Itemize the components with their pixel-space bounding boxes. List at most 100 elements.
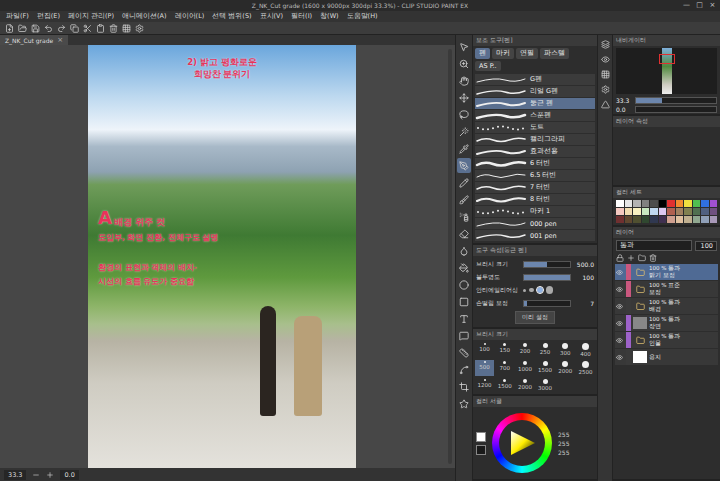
menu-item[interactable]: 파일(F) xyxy=(6,12,29,21)
brush-size-preset[interactable]: 100 xyxy=(475,342,494,358)
tool-button[interactable] xyxy=(457,192,471,207)
color-swatch[interactable] xyxy=(684,216,692,223)
tool-button[interactable] xyxy=(457,107,471,122)
property-slider[interactable] xyxy=(523,261,571,268)
command-button[interactable] xyxy=(4,23,14,33)
command-button[interactable] xyxy=(43,23,53,33)
sub-tool-item[interactable]: 도트 xyxy=(475,122,595,133)
color-swatch[interactable] xyxy=(633,208,641,215)
command-button[interactable] xyxy=(69,23,79,33)
tool-button[interactable] xyxy=(457,243,471,258)
layer-row[interactable]: 용지 xyxy=(615,349,718,365)
color-wheel[interactable] xyxy=(492,413,552,473)
brush-size-preset[interactable]: 2500 xyxy=(576,360,595,376)
sub-tool-item[interactable]: G펜 xyxy=(475,74,595,85)
brush-size-preset[interactable]: 2000 xyxy=(556,360,575,376)
tool-button[interactable] xyxy=(457,73,471,88)
command-button[interactable] xyxy=(17,23,27,33)
tool-button[interactable] xyxy=(457,124,471,139)
window-control-button[interactable]: × xyxy=(707,0,718,11)
color-swatch[interactable] xyxy=(667,200,675,207)
tool-button[interactable] xyxy=(457,396,471,411)
menu-item[interactable]: 도움말(H) xyxy=(347,12,378,21)
zoom-in-icon[interactable] xyxy=(46,471,54,479)
color-swatch[interactable] xyxy=(642,208,650,215)
tool-button[interactable] xyxy=(457,379,471,394)
sub-tool-item[interactable]: 스푼펜 xyxy=(475,110,595,121)
menu-item[interactable]: 페이지 관리(P) xyxy=(68,12,114,21)
visibility-icon[interactable] xyxy=(616,303,623,310)
visibility-icon[interactable] xyxy=(616,286,623,293)
new-folder-icon[interactable] xyxy=(638,254,646,262)
tab-close-button[interactable]: × xyxy=(57,36,63,44)
menu-item[interactable]: 표시(V) xyxy=(260,12,284,21)
command-button[interactable] xyxy=(56,23,66,33)
panel-toggle-button[interactable] xyxy=(600,54,611,65)
brush-size-preset[interactable]: 1500 xyxy=(535,360,554,376)
property-slider[interactable] xyxy=(523,274,571,281)
color-swatch[interactable] xyxy=(650,208,658,215)
sub-tool-item[interactable]: 8 터빈 xyxy=(475,194,595,205)
sub-tool-item[interactable]: 리얼 G펜 xyxy=(475,86,595,97)
visibility-icon[interactable] xyxy=(616,269,623,276)
visibility-icon[interactable] xyxy=(616,337,623,344)
tool-button[interactable] xyxy=(457,175,471,190)
color-swatch[interactable] xyxy=(710,216,718,223)
brush-size-preset[interactable]: 3000 xyxy=(535,378,554,392)
zoom-out-icon[interactable] xyxy=(32,471,40,479)
sub-tool-item[interactable]: 둥근 펜 xyxy=(475,98,595,109)
tool-button[interactable] xyxy=(457,294,471,309)
command-button[interactable] xyxy=(82,23,92,33)
sub-tool-item[interactable]: 7 터빈 xyxy=(475,182,595,193)
brush-size-preset[interactable]: 400 xyxy=(576,342,595,358)
window-control-button[interactable]: □ xyxy=(694,0,705,11)
zoom-field[interactable]: 33.3 xyxy=(4,470,26,480)
panel-toggle-button[interactable] xyxy=(600,69,611,80)
color-swatch[interactable] xyxy=(633,200,641,207)
color-swatch[interactable] xyxy=(693,216,701,223)
menu-item[interactable]: 편집(E) xyxy=(37,12,60,21)
sub-tool-item[interactable]: 6.5 터빈 xyxy=(475,170,595,181)
tool-button[interactable] xyxy=(457,362,471,377)
tool-button[interactable] xyxy=(457,141,471,156)
command-button[interactable] xyxy=(30,23,40,33)
color-swatch[interactable] xyxy=(667,216,675,223)
color-swatch[interactable] xyxy=(676,208,684,215)
sub-tool-group-tab[interactable]: 파스텔 xyxy=(540,48,569,59)
color-swatch[interactable] xyxy=(625,200,633,207)
brush-size-preset[interactable]: 300 xyxy=(556,342,575,358)
color-swatch[interactable] xyxy=(710,208,718,215)
command-button[interactable] xyxy=(108,23,118,33)
tool-button[interactable] xyxy=(457,328,471,343)
color-swatch[interactable] xyxy=(684,208,692,215)
color-swatch[interactable] xyxy=(616,208,624,215)
panel-toggle-button[interactable] xyxy=(600,99,611,110)
tool-button[interactable] xyxy=(457,39,471,54)
rotate-slider[interactable] xyxy=(635,106,717,113)
sub-tool-item[interactable]: 6 터빈 xyxy=(475,158,595,169)
color-swatch[interactable] xyxy=(684,200,692,207)
sub-tool-item[interactable]: 마커 1 xyxy=(475,206,595,217)
color-triangle-icon[interactable] xyxy=(507,428,537,458)
sub-tool-item[interactable]: 캘리그라피 xyxy=(475,134,595,145)
menu-item[interactable]: 필터(I) xyxy=(291,12,312,21)
sub-tool-group-tab[interactable]: 펜 xyxy=(475,48,490,59)
layer-opacity-field[interactable]: 100 xyxy=(695,241,717,251)
tool-button[interactable] xyxy=(457,209,471,224)
command-button[interactable] xyxy=(121,23,131,33)
brush-size-preset[interactable]: 2000 xyxy=(515,378,534,392)
color-swatch[interactable] xyxy=(659,200,667,207)
color-swatch[interactable] xyxy=(659,208,667,215)
color-swatch[interactable] xyxy=(625,208,633,215)
blend-mode-select[interactable]: 통과 xyxy=(616,240,692,251)
sub-tool-item[interactable]: 000 pen xyxy=(475,218,595,229)
sub-tool-group-tab[interactable]: 마커 xyxy=(492,48,514,59)
color-swatch[interactable] xyxy=(642,200,650,207)
property-slider[interactable] xyxy=(523,300,571,307)
tool-button[interactable] xyxy=(457,90,471,105)
brush-size-preset[interactable]: 500 xyxy=(475,360,494,376)
color-swatch[interactable] xyxy=(625,216,633,223)
sub-tool-item[interactable]: 001 pen xyxy=(475,230,595,241)
brush-size-preset[interactable]: 1000 xyxy=(515,360,534,376)
main-color-chip[interactable] xyxy=(476,432,486,442)
